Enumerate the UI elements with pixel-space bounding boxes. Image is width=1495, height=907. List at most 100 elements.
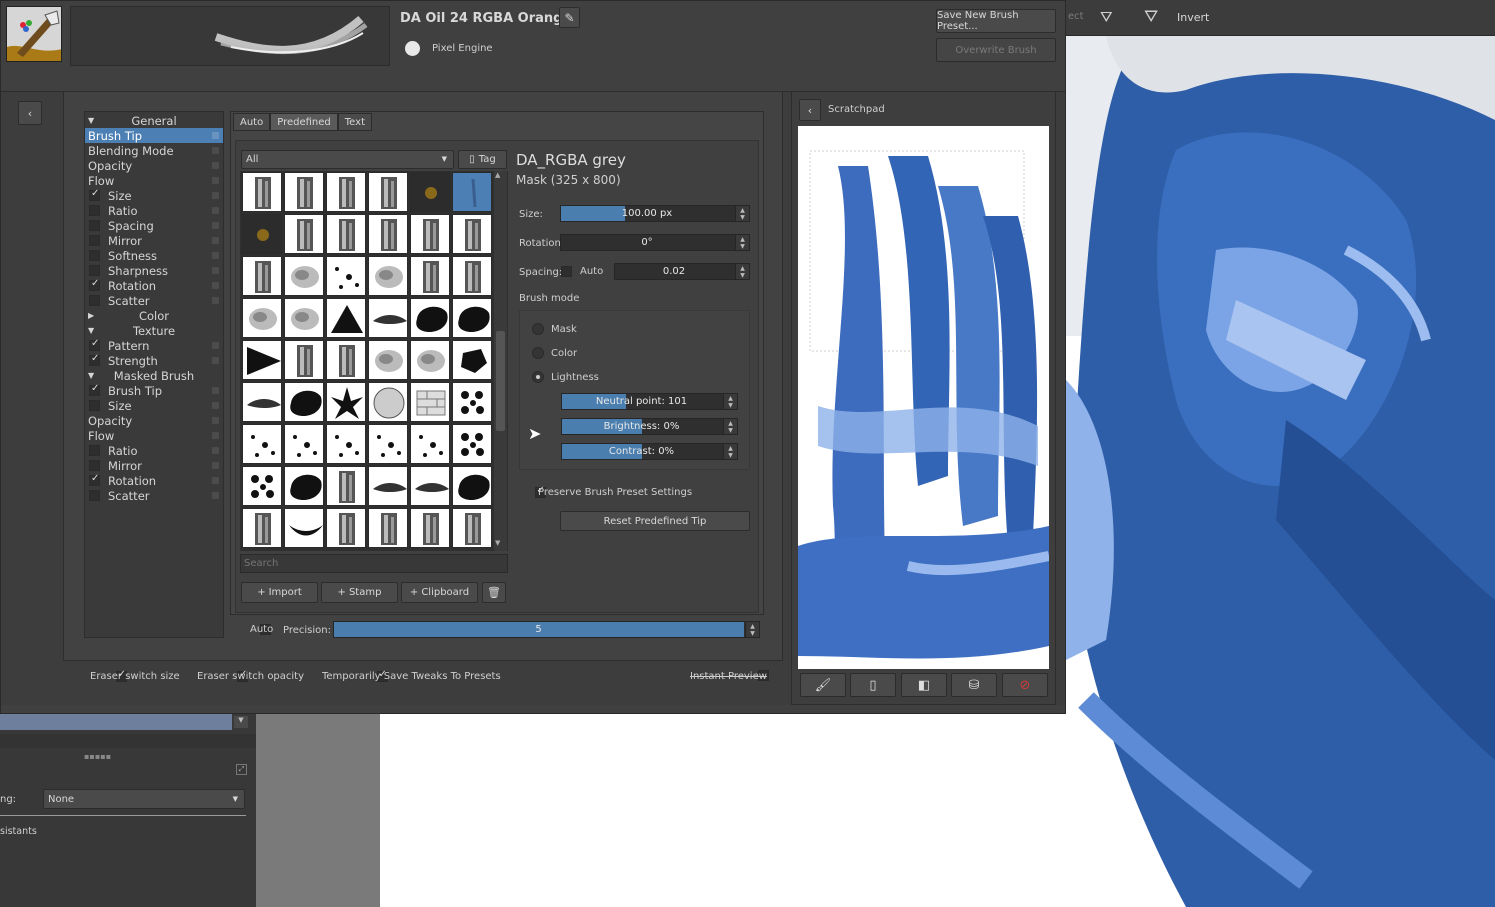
brush-tip-thumbnail[interactable]: [452, 382, 492, 422]
brush-tip-thumbnail[interactable]: [242, 424, 282, 464]
lock-icon[interactable]: [212, 237, 219, 244]
drag-handle-icon[interactable]: ▪▪▪▪▪: [84, 752, 111, 761]
option-enable-checkbox[interactable]: [89, 235, 100, 246]
brush-tip-thumbnail[interactable]: [326, 172, 366, 212]
fill-bucket-icon[interactable]: ⛁: [951, 673, 997, 697]
brush-tip-thumbnail[interactable]: [284, 256, 324, 296]
option-tree-item[interactable]: Brush Tip: [85, 383, 223, 398]
option-tree-item[interactable]: Pattern: [85, 338, 223, 353]
brush-tip-thumbnail[interactable]: [368, 298, 408, 338]
rename-edit-icon[interactable]: ✎: [559, 7, 580, 28]
brush-tip-thumbnail[interactable]: [326, 298, 366, 338]
lock-icon[interactable]: [212, 432, 219, 439]
brush-tip-thumbnail[interactable]: [410, 256, 450, 296]
option-tree-item[interactable]: Ratio: [85, 203, 223, 218]
scroll-up-icon[interactable]: ▲: [495, 171, 500, 179]
rotation-slider[interactable]: 0° ▲ ▼: [560, 234, 750, 251]
expanded-arrow-icon[interactable]: ▼: [85, 326, 99, 335]
lock-icon[interactable]: [212, 492, 219, 499]
lock-icon[interactable]: [212, 342, 219, 349]
option-tree-item[interactable]: Mirror: [85, 458, 223, 473]
brush-tip-thumbnail[interactable]: [284, 466, 324, 506]
tip-grid-scrollbar[interactable]: ▲ ▼: [494, 171, 507, 551]
option-enable-checkbox[interactable]: [89, 383, 100, 396]
brush-tip-thumbnail[interactable]: [242, 508, 282, 548]
brightness-slider[interactable]: Brightness: 0% ▲ ▼: [561, 418, 738, 435]
spin-arrows-icon[interactable]: ▲ ▼: [745, 622, 759, 637]
filter-icon[interactable]: ⛛: [1100, 8, 1113, 26]
lock-icon[interactable]: [212, 207, 219, 214]
brush-tip-thumbnail[interactable]: [368, 508, 408, 548]
collapse-scratchpad-icon[interactable]: ‹: [799, 99, 821, 121]
spin-arrows-icon[interactable]: ▲ ▼: [735, 264, 749, 279]
brush-tip-thumbnail[interactable]: [410, 340, 450, 380]
collapsed-arrow-icon[interactable]: ▶: [85, 311, 99, 320]
brush-tip-thumbnail[interactable]: [242, 466, 282, 506]
brush-tip-thumbnail[interactable]: [368, 172, 408, 212]
brush-tip-thumbnail[interactable]: [410, 214, 450, 254]
brush-tip-thumbnail[interactable]: [452, 466, 492, 506]
delete-tip-icon[interactable]: 🗑: [482, 582, 506, 603]
lock-icon[interactable]: [212, 252, 219, 259]
mode-lightness-radio[interactable]: [532, 371, 544, 383]
option-tree-item[interactable]: Brush Tip: [85, 128, 223, 143]
lock-icon[interactable]: [212, 297, 219, 304]
brush-tip-thumbnail[interactable]: [368, 382, 408, 422]
brush-tip-thumbnail[interactable]: [242, 340, 282, 380]
option-enable-checkbox[interactable]: [89, 460, 100, 471]
filter-invert-icon[interactable]: ⛛: [1144, 7, 1158, 27]
option-enable-checkbox[interactable]: [89, 188, 100, 201]
option-enable-checkbox[interactable]: [89, 490, 100, 501]
spin-arrows-icon[interactable]: ▲ ▼: [735, 235, 749, 250]
tag-button[interactable]: ▯ Tag: [458, 150, 507, 169]
brush-tip-thumbnail[interactable]: [326, 340, 366, 380]
brush-tip-thumbnail[interactable]: [242, 298, 282, 338]
stamp-button[interactable]: + Stamp: [321, 582, 398, 603]
option-tree-item[interactable]: Size: [85, 398, 223, 413]
new-layer-icon[interactable]: ▯: [850, 673, 896, 697]
option-tree-item[interactable]: Opacity: [85, 413, 223, 428]
lock-icon[interactable]: [212, 222, 219, 229]
option-enable-checkbox[interactable]: [89, 278, 100, 291]
option-tree-item[interactable]: Spacing: [85, 218, 223, 233]
brush-tip-thumbnail[interactable]: [452, 340, 492, 380]
neutral-point-slider[interactable]: Neutral point: 101 ▲ ▼: [561, 393, 738, 410]
lock-icon[interactable]: [212, 147, 219, 154]
lock-icon[interactable]: [212, 282, 219, 289]
brush-tip-thumbnail[interactable]: [326, 214, 366, 254]
brush-tip-thumbnail[interactable]: [368, 214, 408, 254]
brush-tip-thumbnail[interactable]: [410, 424, 450, 464]
lock-icon[interactable]: [212, 402, 219, 409]
scratchpad-canvas[interactable]: [798, 126, 1049, 669]
lock-icon[interactable]: [212, 177, 219, 184]
brush-tip-thumbnail[interactable]: [452, 424, 492, 464]
brush-tip-thumbnail[interactable]: [284, 382, 324, 422]
option-tree-item[interactable]: Flow: [85, 173, 223, 188]
collapse-left-icon[interactable]: ‹: [18, 101, 42, 125]
dock-select[interactable]: None ▼: [43, 789, 245, 809]
option-tree-item[interactable]: ▶ Color: [85, 308, 223, 323]
size-slider[interactable]: 100.00 px ▲ ▼: [560, 205, 750, 222]
brush-tool-icon[interactable]: 🖌: [800, 673, 846, 697]
option-tree-item[interactable]: Softness: [85, 248, 223, 263]
option-tree-item[interactable]: Rotation: [85, 278, 223, 293]
lock-icon[interactable]: [212, 267, 219, 274]
option-tree-item[interactable]: Opacity: [85, 158, 223, 173]
brush-tip-thumbnail[interactable]: [410, 382, 450, 422]
brush-tip-thumbnail[interactable]: [326, 382, 366, 422]
expanded-arrow-icon[interactable]: ▼: [85, 116, 99, 125]
brush-tip-thumbnail[interactable]: [368, 340, 408, 380]
painting-canvas[interactable]: ect ⛛ ⛛ Invert: [1066, 0, 1495, 907]
clear-icon[interactable]: ⊘: [1002, 673, 1048, 697]
brush-tip-thumbnail[interactable]: [326, 424, 366, 464]
option-tree-item[interactable]: Blending Mode: [85, 143, 223, 158]
mode-mask-radio[interactable]: [532, 323, 544, 335]
brush-tip-thumbnail[interactable]: [242, 256, 282, 296]
brush-tip-thumbnail[interactable]: [452, 298, 492, 338]
reset-predefined-tip-button[interactable]: Reset Predefined Tip: [560, 511, 750, 531]
dock-float-icon[interactable]: ⤢: [236, 764, 247, 775]
brush-tip-thumbnail[interactable]: [452, 172, 492, 212]
spin-arrows-icon[interactable]: ▲ ▼: [723, 444, 737, 459]
brush-tip-thumbnail[interactable]: [284, 508, 324, 548]
brush-tip-thumbnail[interactable]: [368, 424, 408, 464]
